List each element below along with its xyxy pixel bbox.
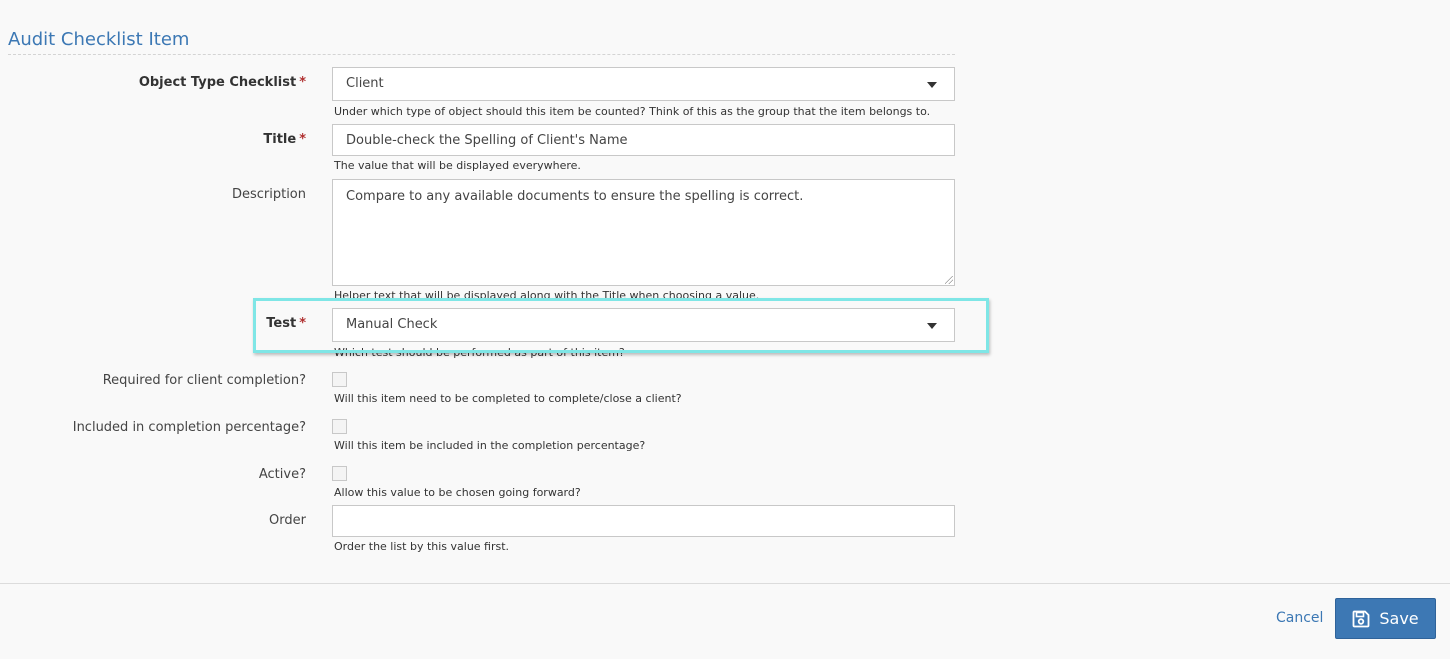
description-value: Compare to any available documents to en… [346, 189, 804, 204]
title-value: Double-check the Spelling of Client's Na… [346, 133, 628, 148]
test-help: Which test should be performed as part o… [334, 346, 625, 359]
description-help: Helper text that will be displayed along… [334, 289, 760, 302]
object-type-help: Under which type of object should this i… [334, 105, 931, 118]
test-select[interactable]: Manual Check [332, 308, 955, 342]
footer-divider [0, 583, 1450, 584]
required-star: * [299, 75, 306, 90]
title-help: The value that will be displayed everywh… [334, 159, 581, 172]
save-button[interactable]: Save [1335, 598, 1436, 639]
active-checkbox[interactable] [332, 466, 347, 481]
save-icon [1352, 610, 1370, 627]
chevron-down-icon [927, 323, 937, 329]
included-percentage-checkbox[interactable] [332, 419, 347, 434]
cancel-button[interactable]: Cancel [1276, 610, 1323, 626]
chevron-down-icon [927, 82, 937, 88]
object-type-select[interactable]: Client [332, 67, 955, 101]
included-percentage-label: Included in completion percentage? [72, 420, 306, 435]
title-divider [8, 54, 955, 55]
page-title: Audit Checklist Item [8, 29, 190, 50]
description-textarea[interactable]: Compare to any available documents to en… [332, 179, 955, 286]
included-percentage-help: Will this item be included in the comple… [334, 439, 646, 452]
audit-checklist-item-form: Audit Checklist Item Object Type Checkli… [0, 0, 1450, 659]
test-value: Manual Check [346, 317, 438, 332]
order-input[interactable] [332, 505, 955, 537]
save-label: Save [1379, 609, 1419, 628]
order-help: Order the list by this value first. [334, 540, 510, 553]
title-label-text: Title [263, 132, 297, 147]
test-label: Test * [266, 316, 306, 331]
required-completion-help: Will this item need to be completed to c… [334, 392, 682, 405]
required-star: * [299, 316, 306, 331]
description-label: Description [231, 187, 306, 202]
order-label: Order [269, 513, 306, 528]
active-label: Active? [258, 467, 306, 482]
required-completion-checkbox[interactable] [332, 372, 347, 387]
required-completion-label: Required for client completion? [102, 373, 306, 388]
object-type-label: Object Type Checklist * [139, 75, 306, 90]
resize-handle-icon[interactable] [945, 276, 953, 284]
object-type-label-text: Object Type Checklist [138, 75, 297, 90]
active-help: Allow this value to be chosen going forw… [334, 486, 581, 499]
title-input[interactable]: Double-check the Spelling of Client's Na… [332, 124, 955, 156]
test-label-text: Test [266, 316, 297, 331]
title-label: Title * [263, 132, 306, 147]
required-star: * [299, 132, 306, 147]
object-type-value: Client [346, 76, 384, 91]
